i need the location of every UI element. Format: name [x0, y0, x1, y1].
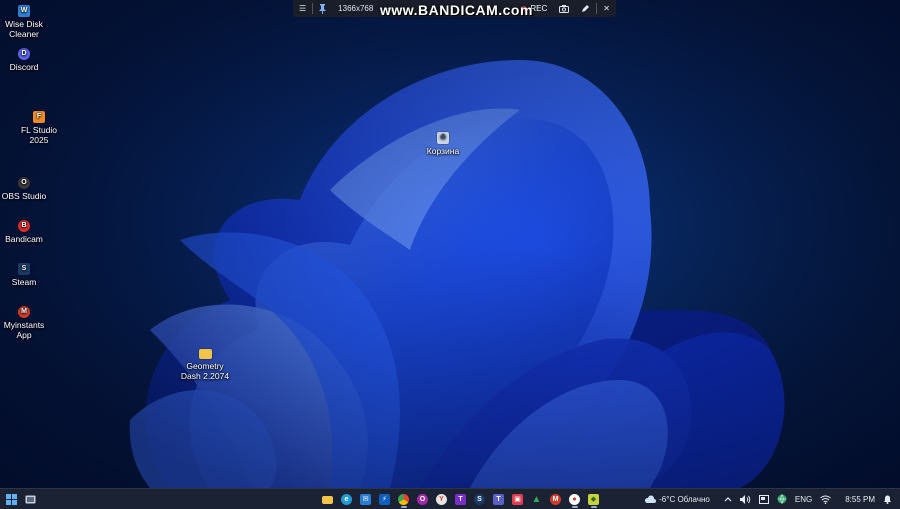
taskbar-left	[2, 491, 40, 507]
edge-icon: e	[341, 493, 352, 505]
desktop-icon-label: Myinstants App	[3, 320, 45, 340]
myinstants-icon: M	[18, 306, 30, 318]
system-tray: -6°C Облачно ENG 8:55 PM	[640, 489, 896, 509]
recycle-bin-icon: ♻	[437, 132, 449, 144]
discord-icon: D	[18, 48, 30, 60]
bandicam-menu-button[interactable]: ☰	[293, 0, 312, 17]
desktop-icon-label: Steam	[11, 277, 37, 287]
speaker-icon	[739, 494, 751, 504]
bell-icon	[884, 495, 891, 504]
chevron-up-icon	[724, 497, 732, 502]
taskbar-app-chrome[interactable]	[396, 491, 412, 508]
file-explorer-icon	[322, 496, 333, 504]
taskbar-app-bandicam[interactable]: ●	[567, 491, 583, 508]
globe-icon	[777, 494, 787, 504]
bandicam-icon: B	[18, 220, 30, 232]
desktop-icon-geometry-dash-folder[interactable]: Geometry Dash 2.2074	[175, 349, 235, 381]
weather-text: -6°C Облачно	[659, 494, 710, 504]
windows-logo-icon	[6, 493, 17, 505]
pencil-icon	[582, 5, 590, 12]
desktop-icon-recycle-bin[interactable]: ♻ Корзина	[413, 132, 473, 156]
desktop-icon-label: Discord	[9, 62, 39, 72]
power-automate-icon: ⚡	[379, 493, 390, 505]
clock-time: 8:55 PM	[845, 494, 875, 504]
desktop-icon-label: OBS Studio	[1, 191, 47, 201]
desktop-icon-fl-studio[interactable]: F FL Studio 2025	[9, 111, 69, 145]
bandicam-taskbar-icon: ●	[569, 493, 580, 505]
taskbar-app-geometry-dash[interactable]: ◆	[586, 491, 602, 508]
menu-icon: ☰	[299, 4, 307, 13]
store-icon: ▣	[512, 493, 523, 505]
pin-icon	[319, 3, 327, 14]
cloud-icon	[645, 495, 657, 503]
myinstants-taskbar-icon: M	[550, 493, 561, 505]
obs-studio-icon: O	[18, 177, 30, 189]
taskbar-app-opera[interactable]: O	[415, 491, 431, 507]
wifi-button[interactable]	[820, 495, 832, 504]
weather-widget[interactable]: -6°C Облачно	[644, 495, 710, 504]
window-icon	[758, 494, 769, 504]
chrome-icon	[398, 493, 409, 505]
taskbar-app-file-explorer[interactable]	[320, 491, 336, 507]
taskbar-app-tor[interactable]: T	[453, 491, 469, 507]
taskbar-app-power-automate[interactable]: ⚡	[377, 491, 393, 507]
taskbar-app-steam[interactable]: S	[472, 491, 488, 507]
bandicam-resolution[interactable]: 1366x768	[332, 0, 379, 17]
fl-studio-icon: F	[33, 111, 45, 123]
steam-icon: S	[18, 263, 30, 275]
wallpaper-bloom	[0, 0, 900, 488]
camera-icon	[559, 4, 570, 13]
tor-browser-icon: T	[455, 493, 466, 505]
geometry-dash-icon: ◆	[588, 493, 599, 505]
desktop-icon-label: Bandicam	[5, 234, 43, 244]
tray-network-button[interactable]	[777, 494, 787, 504]
taskbar-app-teams[interactable]: T	[491, 491, 507, 507]
taskbar-app-yandex[interactable]: Y	[434, 491, 450, 507]
yandex-browser-icon: Y	[436, 493, 447, 505]
steam-taskbar-icon: S	[474, 493, 485, 505]
bandicam-draw-button[interactable]	[575, 0, 596, 17]
desktop-icon-label: Корзина	[426, 146, 460, 156]
desktop-icon-label: Geometry Dash 2.2074	[180, 361, 230, 381]
desktop[interactable]: W Wise Disk Cleaner D Discord F FL Studi…	[0, 0, 900, 488]
taskbar-app-myinstants[interactable]: M	[548, 491, 564, 507]
task-view-button[interactable]	[23, 491, 39, 507]
task-view-icon	[25, 495, 36, 503]
teams-icon: T	[493, 493, 504, 505]
wifi-icon	[820, 495, 832, 504]
taskbar-app-google-drive[interactable]: ▲	[529, 491, 545, 507]
opera-icon: O	[417, 493, 428, 505]
google-drive-icon: ▲	[531, 493, 542, 505]
desktop-icon-label: Wise Disk Cleaner	[5, 19, 43, 39]
show-hidden-icons-button[interactable]	[724, 496, 732, 502]
resolution-label: 1366x768	[338, 4, 374, 13]
close-icon: ✕	[603, 4, 610, 13]
bandicam-watermark: www.BANDICAM.com	[380, 2, 533, 18]
taskbar-pinned-apps: e ✉ ⚡ O Y T S T ▣ ▲ M ● ◆	[318, 491, 603, 508]
bandicam-screenshot-button[interactable]	[553, 0, 575, 17]
bandicam-pin-button[interactable]	[313, 0, 332, 17]
folder-icon	[198, 349, 212, 359]
desktop-icon-myinstants[interactable]: M Myinstants App	[0, 306, 54, 340]
desktop-icon-wise-disk-cleaner[interactable]: W Wise Disk Cleaner	[0, 5, 54, 39]
clock[interactable]: 8:55 PM	[845, 495, 875, 504]
tray-app-button[interactable]	[758, 494, 769, 504]
volume-button[interactable]	[739, 494, 751, 504]
desktop-icon-obs-studio[interactable]: O OBS Studio	[0, 177, 54, 201]
desktop-icon-bandicam[interactable]: B Bandicam	[0, 220, 54, 244]
taskbar-app-store[interactable]: ▣	[510, 491, 526, 507]
taskbar-app-mail[interactable]: ✉	[358, 491, 374, 507]
wise-disk-cleaner-icon: W	[18, 5, 30, 17]
desktop-icon-label: FL Studio 2025	[20, 125, 58, 145]
desktop-icon-steam[interactable]: S Steam	[0, 263, 54, 287]
notifications-button[interactable]	[883, 494, 892, 504]
start-button[interactable]	[4, 491, 20, 507]
mail-icon: ✉	[360, 493, 371, 505]
taskbar-app-edge[interactable]: e	[339, 491, 355, 507]
desktop-icon-discord[interactable]: D Discord	[0, 48, 54, 72]
language-text: ENG	[794, 494, 813, 504]
language-indicator[interactable]: ENG	[795, 495, 812, 504]
bandicam-close-button[interactable]: ✕	[597, 0, 616, 17]
taskbar: e ✉ ⚡ O Y T S T ▣ ▲ M ● ◆ -6°C Облачно E…	[0, 488, 900, 509]
